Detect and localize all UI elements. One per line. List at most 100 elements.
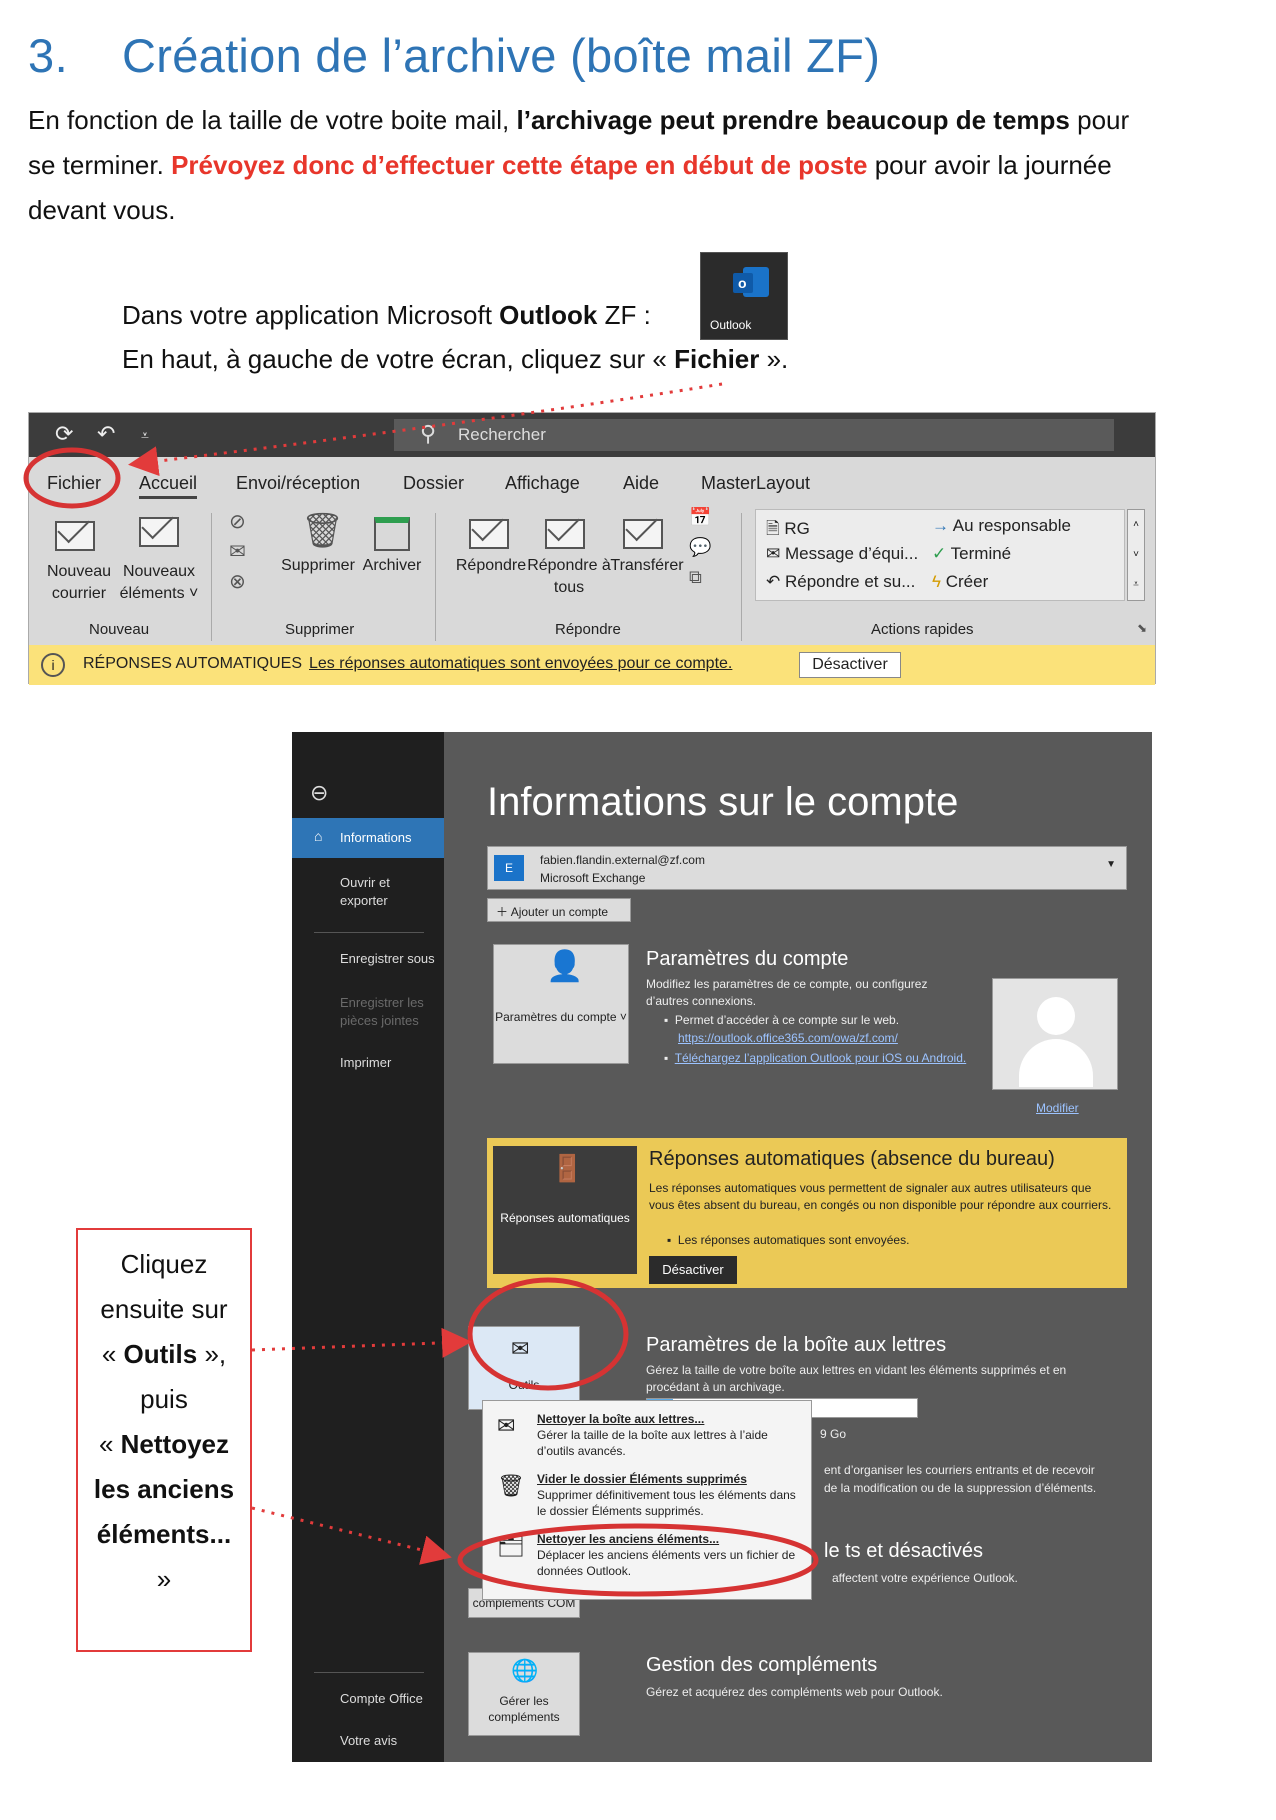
instruction-callout: Cliquez ensuite sur « Outils », puis « N… xyxy=(76,1228,252,1652)
door-icon: 🚪 xyxy=(551,1153,584,1183)
step2-bold: Fichier xyxy=(674,344,760,374)
tab-envoi-reception[interactable]: Envoi/réception xyxy=(236,473,360,494)
tab-aide[interactable]: Aide xyxy=(623,473,659,494)
back-arrow-icon[interactable]: ⊖ xyxy=(310,780,328,806)
mobile-app-link[interactable]: Téléchargez l’application Outlook pour i… xyxy=(675,1051,967,1065)
outlook-ribbon: ⟳ ↶ ⩡ ⚲ Rechercher Fichier Accueil Envoi… xyxy=(28,412,1156,685)
dialog-launcher-icon[interactable]: ⬊ xyxy=(1137,621,1147,635)
forward-button[interactable]: Transférer xyxy=(607,555,687,577)
nav-open-export[interactable]: Ouvrir et exporter xyxy=(340,874,420,910)
group-label-nouveau: Nouveau xyxy=(89,621,150,638)
auto-reply-deactivate-button[interactable]: Désactiver xyxy=(649,1256,737,1284)
nav-save-as[interactable]: Enregistrer sous xyxy=(340,950,435,968)
group-label-repondre: Répondre xyxy=(555,621,621,638)
tab-accueil[interactable]: Accueil xyxy=(139,473,198,499)
section-title: Création de l’archive (boîte mail ZF) xyxy=(122,29,881,82)
section-number: 3. xyxy=(28,29,69,82)
delete-button[interactable]: Supprimer xyxy=(275,555,361,577)
add-account-button[interactable]: ＋ Ajouter un compte xyxy=(487,898,631,922)
trash-icon: 🗑 xyxy=(497,1473,525,1498)
home-icon: ⌂ xyxy=(314,828,323,844)
auto-reply-section: 🚪 Réponses automatiques Réponses automat… xyxy=(487,1138,1127,1288)
archive-button[interactable]: Archiver xyxy=(359,555,425,577)
owa-link[interactable]: https://outlook.office365.com/owa/zf.com… xyxy=(678,1030,898,1047)
notice-label: RÉPONSES AUTOMATIQUES xyxy=(83,655,303,672)
tab-fichier[interactable]: Fichier xyxy=(47,473,101,494)
mailbox-settings-desc: Gérez la taille de votre boîte aux lettr… xyxy=(646,1363,1067,1394)
search-box[interactable]: ⚲ Rechercher xyxy=(394,419,1114,451)
nav-print[interactable]: Imprimer xyxy=(340,1054,391,1072)
undo-icon[interactable]: ↶ xyxy=(97,421,115,447)
tab-masterlayout[interactable]: MasterLayout xyxy=(701,473,810,494)
tab-dossier[interactable]: Dossier xyxy=(403,473,464,494)
addins-desc: Gérez et acquérez des compléments web po… xyxy=(646,1685,943,1699)
account-settings-bullet: ▪ Permet d’accéder à ce compte sur le we… xyxy=(664,1013,900,1027)
auto-reply-notice: i RÉPONSES AUTOMATIQUES Les réponses aut… xyxy=(29,645,1155,685)
quick-steps-scroll[interactable]: ˄ ˅ ⩡ xyxy=(1127,509,1145,601)
new-mail-button[interactable]: Nouveau courrier xyxy=(39,561,119,605)
delete-icon: 🗑 xyxy=(301,512,345,550)
junk-icon[interactable]: ⊗ xyxy=(229,569,246,594)
more-respond-icon[interactable]: ⧉ xyxy=(689,567,702,588)
step1-text: Dans votre application Microsoft xyxy=(122,300,500,330)
reply-all-button[interactable]: Répondre à tous xyxy=(527,555,611,599)
menu-item-empty-deleted[interactable]: Vider le dossier Éléments supprimés Suppr… xyxy=(537,1471,797,1519)
outlook-backstage: ⊖ ⌂ Informations Ouvrir et exporter Enre… xyxy=(292,732,1152,1762)
sync-icon[interactable]: ⟳ xyxy=(55,421,73,447)
nav-office-account[interactable]: Compte Office xyxy=(340,1690,423,1708)
quick-step-done[interactable]: ✓ Terminé xyxy=(932,544,1011,564)
menu-item-archive-old[interactable]: Nettoyer les anciens éléments... Déplacer… xyxy=(537,1531,797,1579)
nav-informations[interactable]: ⌂ Informations xyxy=(292,818,444,858)
new-items-button[interactable]: Nouveaux éléments ˅ xyxy=(117,561,201,605)
manage-addins-card-label: Gérer les compléments xyxy=(488,1694,560,1724)
quick-step-create[interactable]: ϟ Créer xyxy=(932,572,988,592)
step1-bold: Outlook xyxy=(499,300,598,330)
step-open-outlook: Dans votre application Microsoft Outlook… xyxy=(122,300,651,331)
nav-feedback[interactable]: Votre avis xyxy=(340,1732,397,1750)
deactivate-button[interactable]: Désactiver xyxy=(799,652,901,678)
new-mail-icon xyxy=(55,521,95,551)
outlook-icon: o xyxy=(733,267,769,297)
manage-addins-card[interactable]: 🌐 Gérer les compléments xyxy=(468,1652,580,1736)
auto-reply-card[interactable]: 🚪 Réponses automatiques xyxy=(493,1146,637,1274)
addins-heading: Gestion des compléments xyxy=(646,1654,878,1676)
nav-save-attachments: Enregistrer les pièces jointes xyxy=(340,995,424,1028)
meeting-icon[interactable]: 📅 xyxy=(689,507,711,528)
step-click-fichier: En haut, à gauche de votre écran, clique… xyxy=(122,344,788,375)
cleanup-icon[interactable]: ✉ xyxy=(229,539,246,564)
account-type: Microsoft Exchange xyxy=(540,871,646,885)
account-email: fabien.flandin.external@zf.com xyxy=(540,853,705,867)
quick-step-rg[interactable]: 🗎 RG xyxy=(766,516,810,545)
group-label-actions-rapides: Actions rapides xyxy=(871,621,974,638)
group-separator xyxy=(435,513,436,641)
account-settings-card-label: Paramètres du compte ˅ xyxy=(495,1010,627,1024)
tools-card[interactable]: ✉ Outils xyxy=(468,1326,580,1410)
step2-text: En haut, à gauche de votre écran, clique… xyxy=(122,344,675,374)
im-icon[interactable]: 💬 xyxy=(689,537,711,558)
backstage-title: Informations sur le compte xyxy=(487,780,959,824)
callout-line-2: ensuite sur xyxy=(100,1294,228,1324)
intro-warning: Prévoyez donc d’effectuer cette étape en… xyxy=(171,150,868,180)
step1-text-end: ZF : xyxy=(597,300,651,330)
ignore-icon[interactable]: ⊘ xyxy=(229,509,246,534)
archive-icon xyxy=(374,517,410,551)
reply-button[interactable]: Répondre xyxy=(449,555,533,577)
customize-icon[interactable]: ⩡ xyxy=(141,427,149,444)
group-label-supprimer: Supprimer xyxy=(285,621,355,638)
quick-step-reply-delete[interactable]: ↶ Répondre et su... xyxy=(766,572,915,592)
auto-reply-heading: Réponses automatiques (absence du bureau… xyxy=(649,1148,1055,1170)
menu-item-cleanup-mailbox[interactable]: Nettoyer la boîte aux lettres... Gérer la… xyxy=(537,1411,797,1459)
quick-step-manager[interactable]: → Au responsable xyxy=(932,516,1071,536)
notice-link[interactable]: Les réponses automatiques sont envoyées … xyxy=(309,655,732,673)
outlook-app-tile[interactable]: o Outlook xyxy=(700,252,788,340)
account-settings-card[interactable]: 👤 Paramètres du compte ˅ xyxy=(493,944,629,1064)
mailbox-settings-heading: Paramètres de la boîte aux lettres xyxy=(646,1334,947,1356)
quick-step-message[interactable]: ✉ Message d’équi... xyxy=(766,544,918,564)
modify-avatar-link[interactable]: Modifier xyxy=(1036,1100,1079,1117)
account-selector[interactable]: E fabien.flandin.external@zf.com Microso… xyxy=(487,846,1127,890)
nav-divider xyxy=(314,1672,424,1673)
mobile-app-bullet: ▪ Téléchargez l’application Outlook pour… xyxy=(664,1051,967,1065)
intro-bold: l’archivage peut prendre beaucoup de tem… xyxy=(516,105,1070,135)
tab-affichage[interactable]: Affichage xyxy=(505,473,580,494)
person-gear-icon: 👤 xyxy=(546,950,584,983)
